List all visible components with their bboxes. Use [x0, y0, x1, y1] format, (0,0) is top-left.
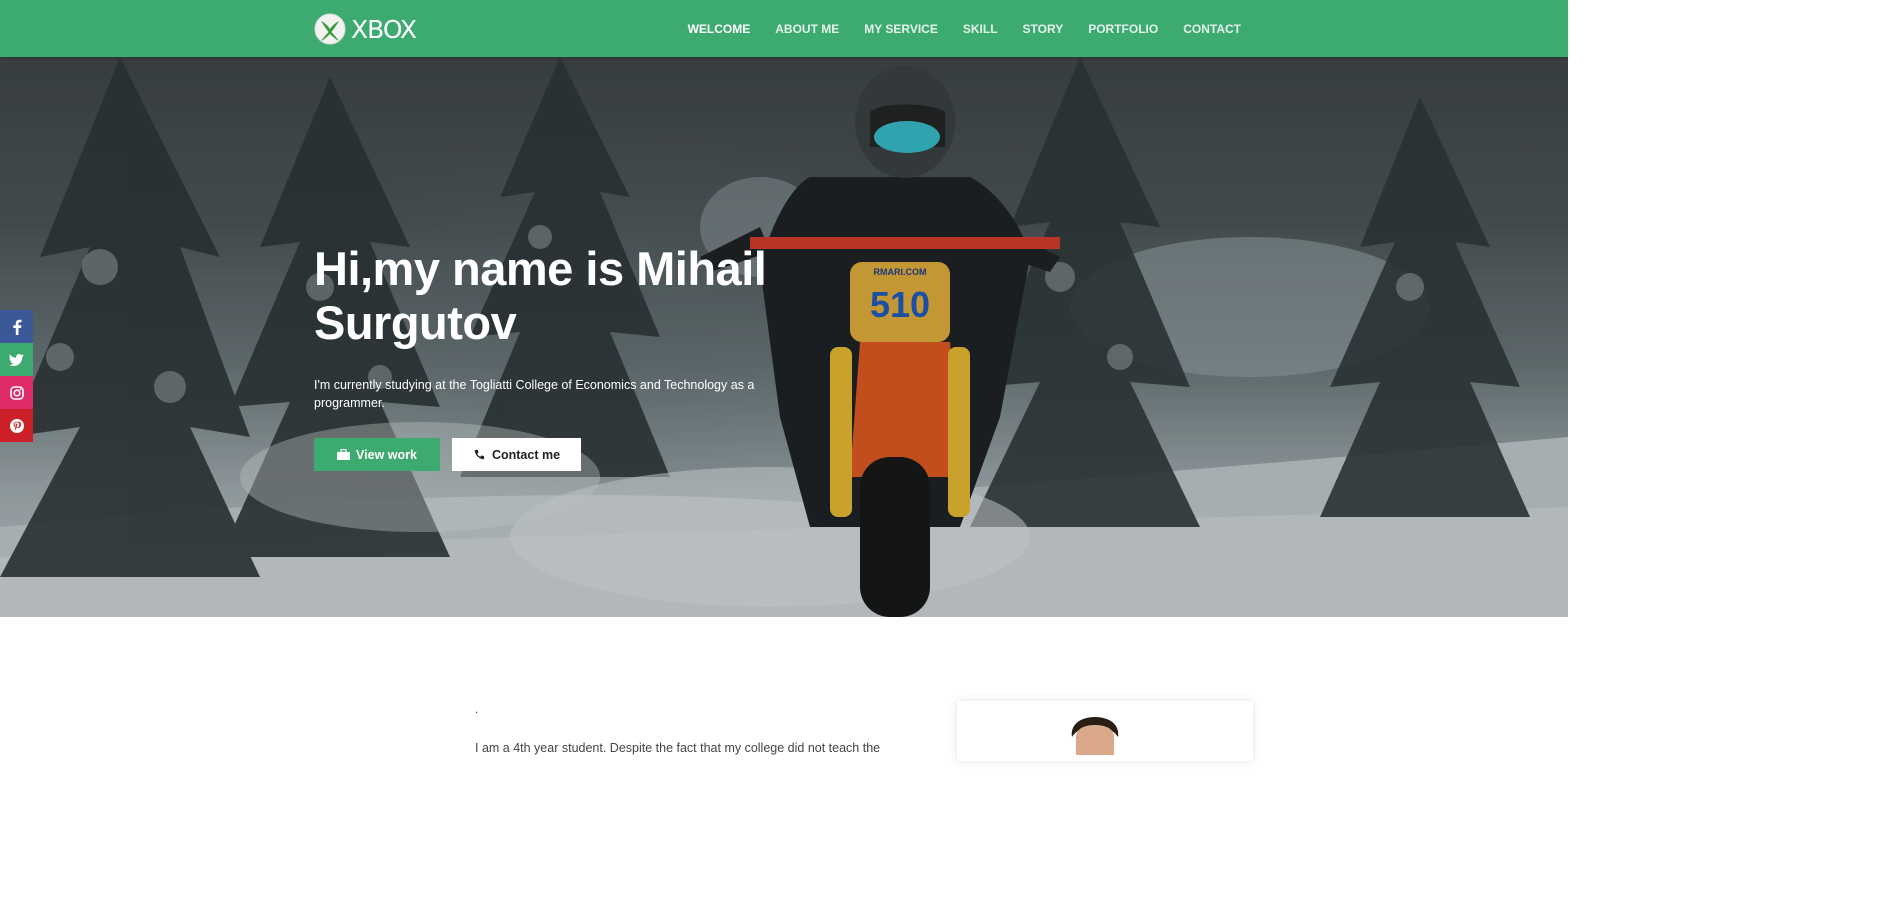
- twitter-link[interactable]: [0, 343, 33, 376]
- pinterest-link[interactable]: [0, 409, 33, 442]
- hero-title-line1: Hi,my name is Mihail: [314, 242, 767, 295]
- nav-item-story[interactable]: STORY: [1023, 22, 1064, 36]
- view-work-button[interactable]: View work: [314, 438, 440, 471]
- contact-me-label: Contact me: [491, 447, 561, 462]
- view-work-label: View work: [356, 447, 417, 462]
- hero-buttons: View work Contact me: [314, 438, 874, 471]
- facebook-icon: [12, 319, 21, 335]
- briefcase-icon: [337, 449, 351, 460]
- nav-item-my-service[interactable]: MY SERVICE: [864, 22, 938, 36]
- top-navbar: XBOX WELCOME ABOUT ME MY SERVICE SKILL S…: [0, 0, 1568, 57]
- hero-subtitle: I'm currently studying at the Togliatti …: [314, 378, 755, 410]
- instagram-icon: [9, 385, 24, 400]
- pinterest-icon: [9, 418, 24, 433]
- nav-item-portfolio[interactable]: PORTFOLIO: [1088, 22, 1158, 36]
- hero-title-line2: Surgutov: [314, 296, 517, 349]
- nav-item-about-me[interactable]: ABOUT ME: [775, 22, 839, 36]
- avatar: [1071, 717, 1119, 755]
- facebook-link[interactable]: [0, 310, 33, 343]
- profile-card: [957, 701, 1253, 761]
- phone-icon: [474, 449, 485, 460]
- hero-content: Hi,my name is Mihail Surgutov I'm curren…: [314, 242, 874, 471]
- hero-section: RMARI.COM 510 Hi,my name is Mihail Surgu…: [0, 57, 1568, 617]
- contact-me-button[interactable]: Contact me: [452, 438, 581, 471]
- nav-item-contact[interactable]: CONTACT: [1183, 22, 1241, 36]
- brand-name: XBOX: [351, 14, 417, 44]
- instagram-link[interactable]: [0, 376, 33, 409]
- hero-title: Hi,my name is Mihail Surgutov: [314, 242, 874, 350]
- about-dot: .: [475, 702, 479, 716]
- xbox-logo-icon: [314, 13, 346, 45]
- main-nav: WELCOME ABOUT ME MY SERVICE SKILL STORY …: [663, 0, 1241, 57]
- twitter-icon: [9, 353, 24, 366]
- about-section: . I am a 4th year student. Despite the f…: [0, 617, 1568, 761]
- nav-item-skill[interactable]: SKILL: [963, 22, 998, 36]
- social-sidebar: [0, 310, 33, 442]
- brand-logo[interactable]: XBOX: [314, 13, 417, 45]
- nav-item-welcome[interactable]: WELCOME: [688, 22, 751, 36]
- about-text: I am a 4th year student. Despite the fac…: [475, 741, 881, 755]
